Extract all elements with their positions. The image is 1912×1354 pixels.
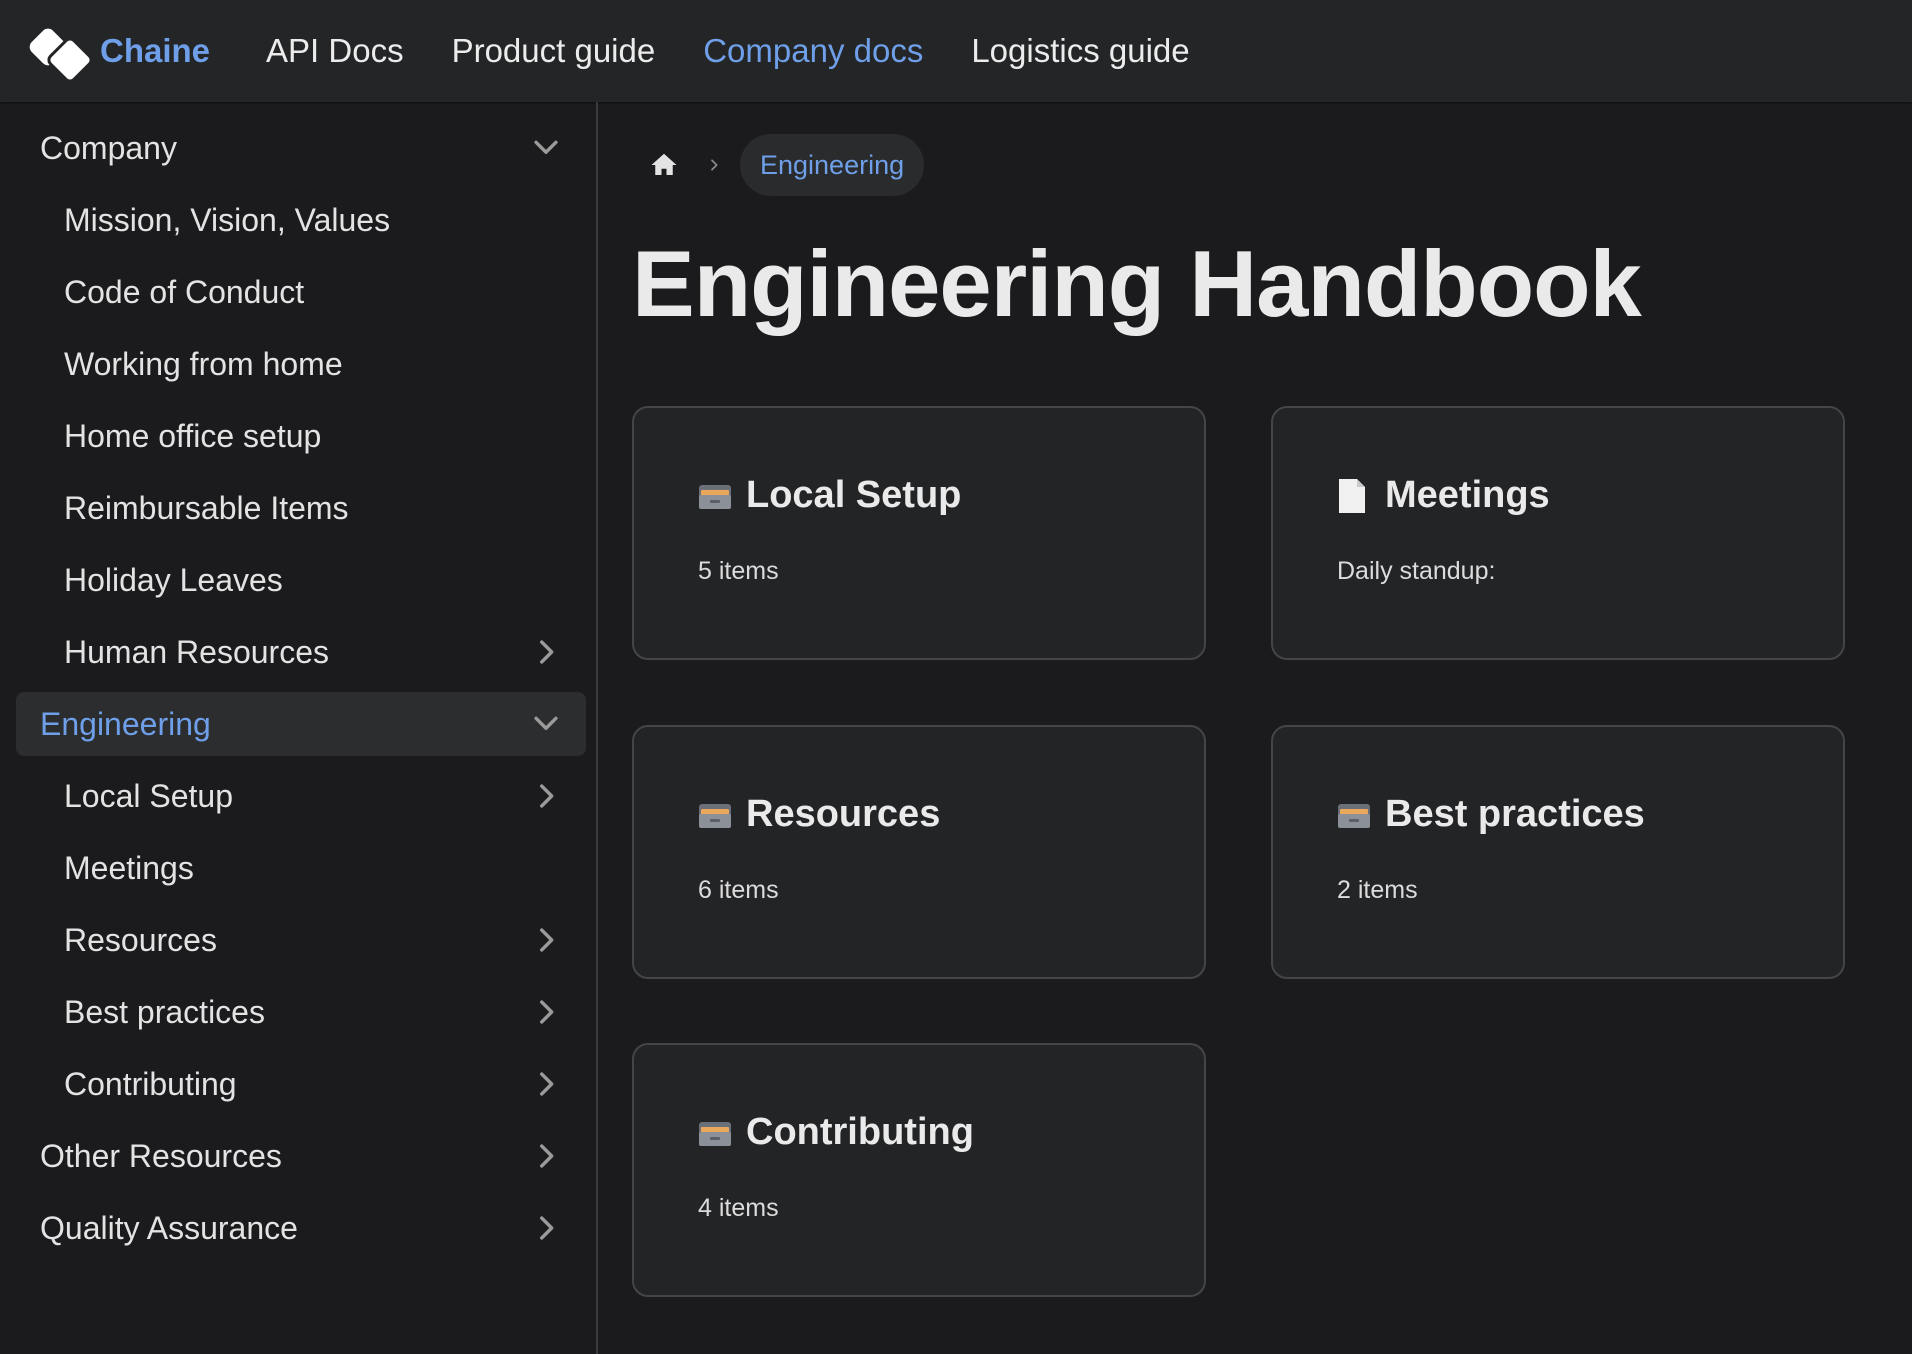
sidebar-item-home-office-setup[interactable]: Home office setup [16, 404, 586, 468]
nav-api-docs[interactable]: API Docs [266, 32, 404, 70]
sidebar-item-mission-vision-values[interactable]: Mission, Vision, Values [16, 188, 586, 252]
card-title-row: Best practices [1337, 793, 1843, 836]
sidebar-item-label: Other Resources [40, 1137, 282, 1174]
sidebar-item-label: Human Resources [64, 633, 329, 670]
sidebar-item-label: Holiday Leaves [64, 561, 283, 598]
nav-product-guide[interactable]: Product guide [452, 32, 656, 70]
chevron-right-icon[interactable] [514, 1052, 578, 1116]
sidebar-item-label: Local Setup [64, 777, 234, 814]
card-title-row: Meetings [1337, 474, 1843, 517]
card-meetings[interactable]: Meetings Daily standup: [1271, 406, 1845, 660]
sidebar-item-reimbursable-items[interactable]: Reimbursable Items [16, 476, 586, 540]
folder-icon [698, 1116, 732, 1150]
brand-link[interactable]: Chaine [26, 24, 211, 86]
sidebar: Company Mission, Vision, Values Code of … [0, 102, 598, 1354]
sidebar-item-label: Working from home [64, 345, 343, 382]
sidebar-item-working-from-home[interactable]: Working from home [16, 332, 586, 396]
sidebar-item-human-resources[interactable]: Human Resources [16, 620, 586, 684]
page-title: Engineering Handbook [632, 231, 1642, 336]
sidebar-item-other-resources[interactable]: Other Resources [16, 1124, 586, 1188]
chevron-right-icon [694, 157, 734, 173]
chevron-right-icon[interactable] [514, 620, 578, 684]
card-description: 4 items [698, 1194, 779, 1222]
nav-company-docs[interactable]: Company docs [703, 32, 923, 70]
card-title-row: Resources [698, 793, 1204, 836]
sidebar-item-label: Mission, Vision, Values [64, 201, 391, 238]
sidebar-item-label: Best practices [64, 993, 265, 1030]
sidebar-item-best-practices[interactable]: Best practices [16, 980, 586, 1044]
sidebar-item-label: Code of Conduct [64, 273, 305, 310]
card-local-setup[interactable]: Local Setup 5 items [632, 406, 1206, 660]
card-title-row: Local Setup [698, 474, 1204, 517]
document-icon [1337, 478, 1371, 513]
sidebar-item-quality-assurance[interactable]: Quality Assurance [16, 1196, 586, 1260]
sidebar-item-label: Meetings [64, 849, 194, 886]
sidebar-item-label: Engineering [40, 705, 211, 742]
sidebar-item-holiday-leaves[interactable]: Holiday Leaves [16, 548, 586, 612]
folder-icon [698, 798, 732, 832]
sidebar-item-code-of-conduct[interactable]: Code of Conduct [16, 260, 586, 324]
sidebar-item-label: Home office setup [64, 417, 322, 454]
sidebar-item-label: Resources [64, 921, 217, 958]
top-navbar: Chaine API Docs Product guide Company do… [0, 0, 1912, 102]
sidebar-item-company[interactable]: Company [16, 116, 586, 180]
brand-name: Chaine [100, 32, 211, 69]
card-title: Meetings [1385, 474, 1550, 516]
card-title-row: Contributing [698, 1111, 1204, 1154]
card-description: 5 items [698, 557, 779, 585]
main-content: Engineering Engineering Handbook Local S… [600, 102, 1912, 1354]
home-icon[interactable] [634, 135, 694, 195]
sidebar-item-local-setup[interactable]: Local Setup [16, 764, 586, 828]
breadcrumb-current: Engineering [740, 134, 925, 196]
card-description: 2 items [1337, 876, 1418, 904]
chevron-right-icon[interactable] [514, 1196, 578, 1260]
sidebar-item-engineering[interactable]: Engineering [16, 692, 586, 756]
sidebar-item-label: Company [40, 129, 177, 166]
folder-icon [1337, 798, 1371, 832]
chevron-down-icon[interactable] [514, 116, 578, 180]
card-contributing[interactable]: Contributing 4 items [632, 1043, 1206, 1297]
sidebar-item-contributing[interactable]: Contributing [16, 1052, 586, 1116]
chaine-logo-icon [26, 24, 96, 86]
card-resources[interactable]: Resources 6 items [632, 725, 1206, 979]
card-description: 6 items [698, 876, 779, 904]
sidebar-item-label: Reimbursable Items [64, 489, 349, 526]
chevron-right-icon[interactable] [514, 764, 578, 828]
chevron-right-icon[interactable] [514, 908, 578, 972]
card-best-practices[interactable]: Best practices 2 items [1271, 725, 1845, 979]
card-title: Contributing [746, 1111, 974, 1153]
folder-icon [698, 479, 732, 513]
chevron-right-icon[interactable] [514, 980, 578, 1044]
card-title: Best practices [1385, 793, 1645, 835]
card-description: Daily standup: [1337, 557, 1496, 585]
sidebar-item-label: Contributing [64, 1065, 237, 1102]
nav-logistics-guide[interactable]: Logistics guide [971, 32, 1189, 70]
card-title: Local Setup [746, 474, 962, 516]
chevron-right-icon[interactable] [514, 1124, 578, 1188]
breadcrumb: Engineering [634, 134, 925, 196]
sidebar-item-label: Quality Assurance [40, 1209, 298, 1246]
sidebar-item-resources[interactable]: Resources [16, 908, 586, 972]
sidebar-item-meetings[interactable]: Meetings [16, 836, 586, 900]
chevron-down-icon[interactable] [514, 692, 578, 756]
card-title: Resources [746, 793, 941, 835]
